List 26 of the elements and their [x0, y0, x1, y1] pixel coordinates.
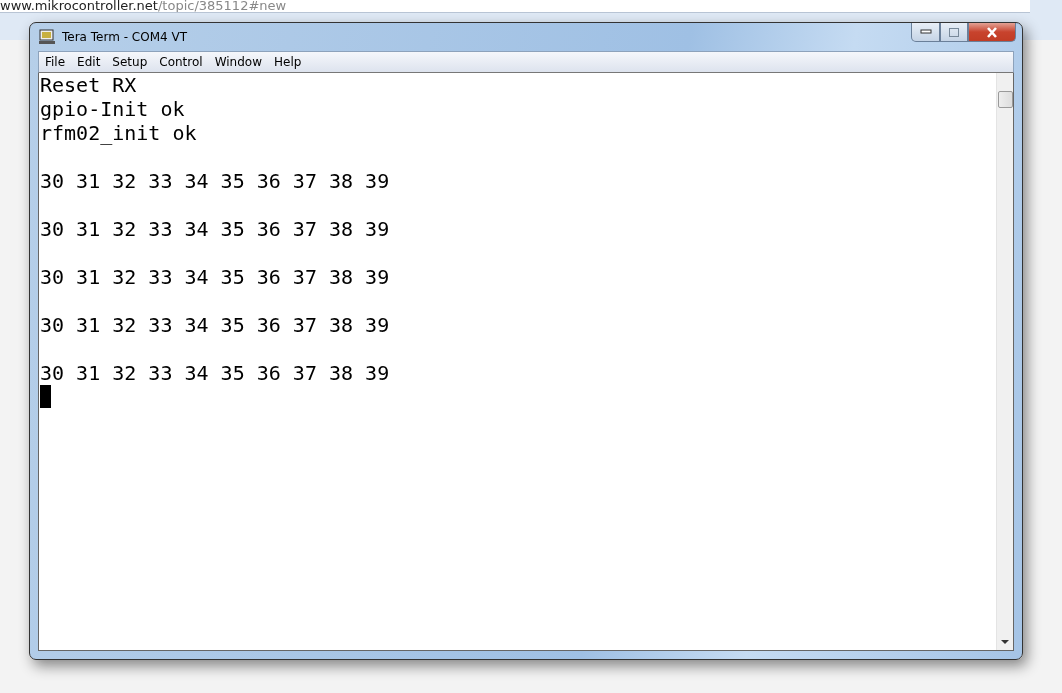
maximize-button[interactable] [940, 23, 968, 42]
menu-item[interactable]: Setup [106, 55, 154, 69]
close-button[interactable] [968, 23, 1016, 42]
terminal-line: 30 31 32 33 34 35 36 37 38 39 [40, 169, 391, 193]
close-icon [986, 26, 998, 38]
terminal-line: 30 31 32 33 34 35 36 37 38 39 [40, 217, 391, 241]
terminal-app-icon [38, 29, 56, 45]
terminal-line: Reset RX [40, 73, 138, 97]
menu-item[interactable]: Edit [71, 55, 107, 69]
minimize-icon [919, 29, 932, 35]
minimize-button[interactable] [911, 23, 940, 42]
menu-item[interactable]: Window [208, 55, 268, 69]
menu-item[interactable]: Help [268, 55, 308, 69]
terminal-line: rfm02_init ok [40, 121, 198, 145]
scroll-thumb[interactable] [997, 91, 1013, 108]
scrollbar[interactable] [996, 73, 1013, 650]
window-title: Tera Term - COM4 VT [62, 30, 187, 44]
menu-item[interactable]: Control [153, 55, 209, 69]
menu-item[interactable]: File [39, 55, 72, 69]
terminal-line: 30 31 32 33 34 35 36 37 38 39 [40, 361, 391, 385]
maximize-icon [949, 27, 959, 37]
address-text: www.mikrocontroller.net/topic/385112#new [0, 0, 287, 12]
terminal-line: gpio-Init ok [40, 97, 186, 121]
scroll-down-icon[interactable] [1001, 640, 1009, 644]
terminal-line: 30 31 32 33 34 35 36 37 38 39 [40, 313, 391, 337]
terminal-line: 30 31 32 33 34 35 36 37 38 39 [40, 265, 391, 289]
